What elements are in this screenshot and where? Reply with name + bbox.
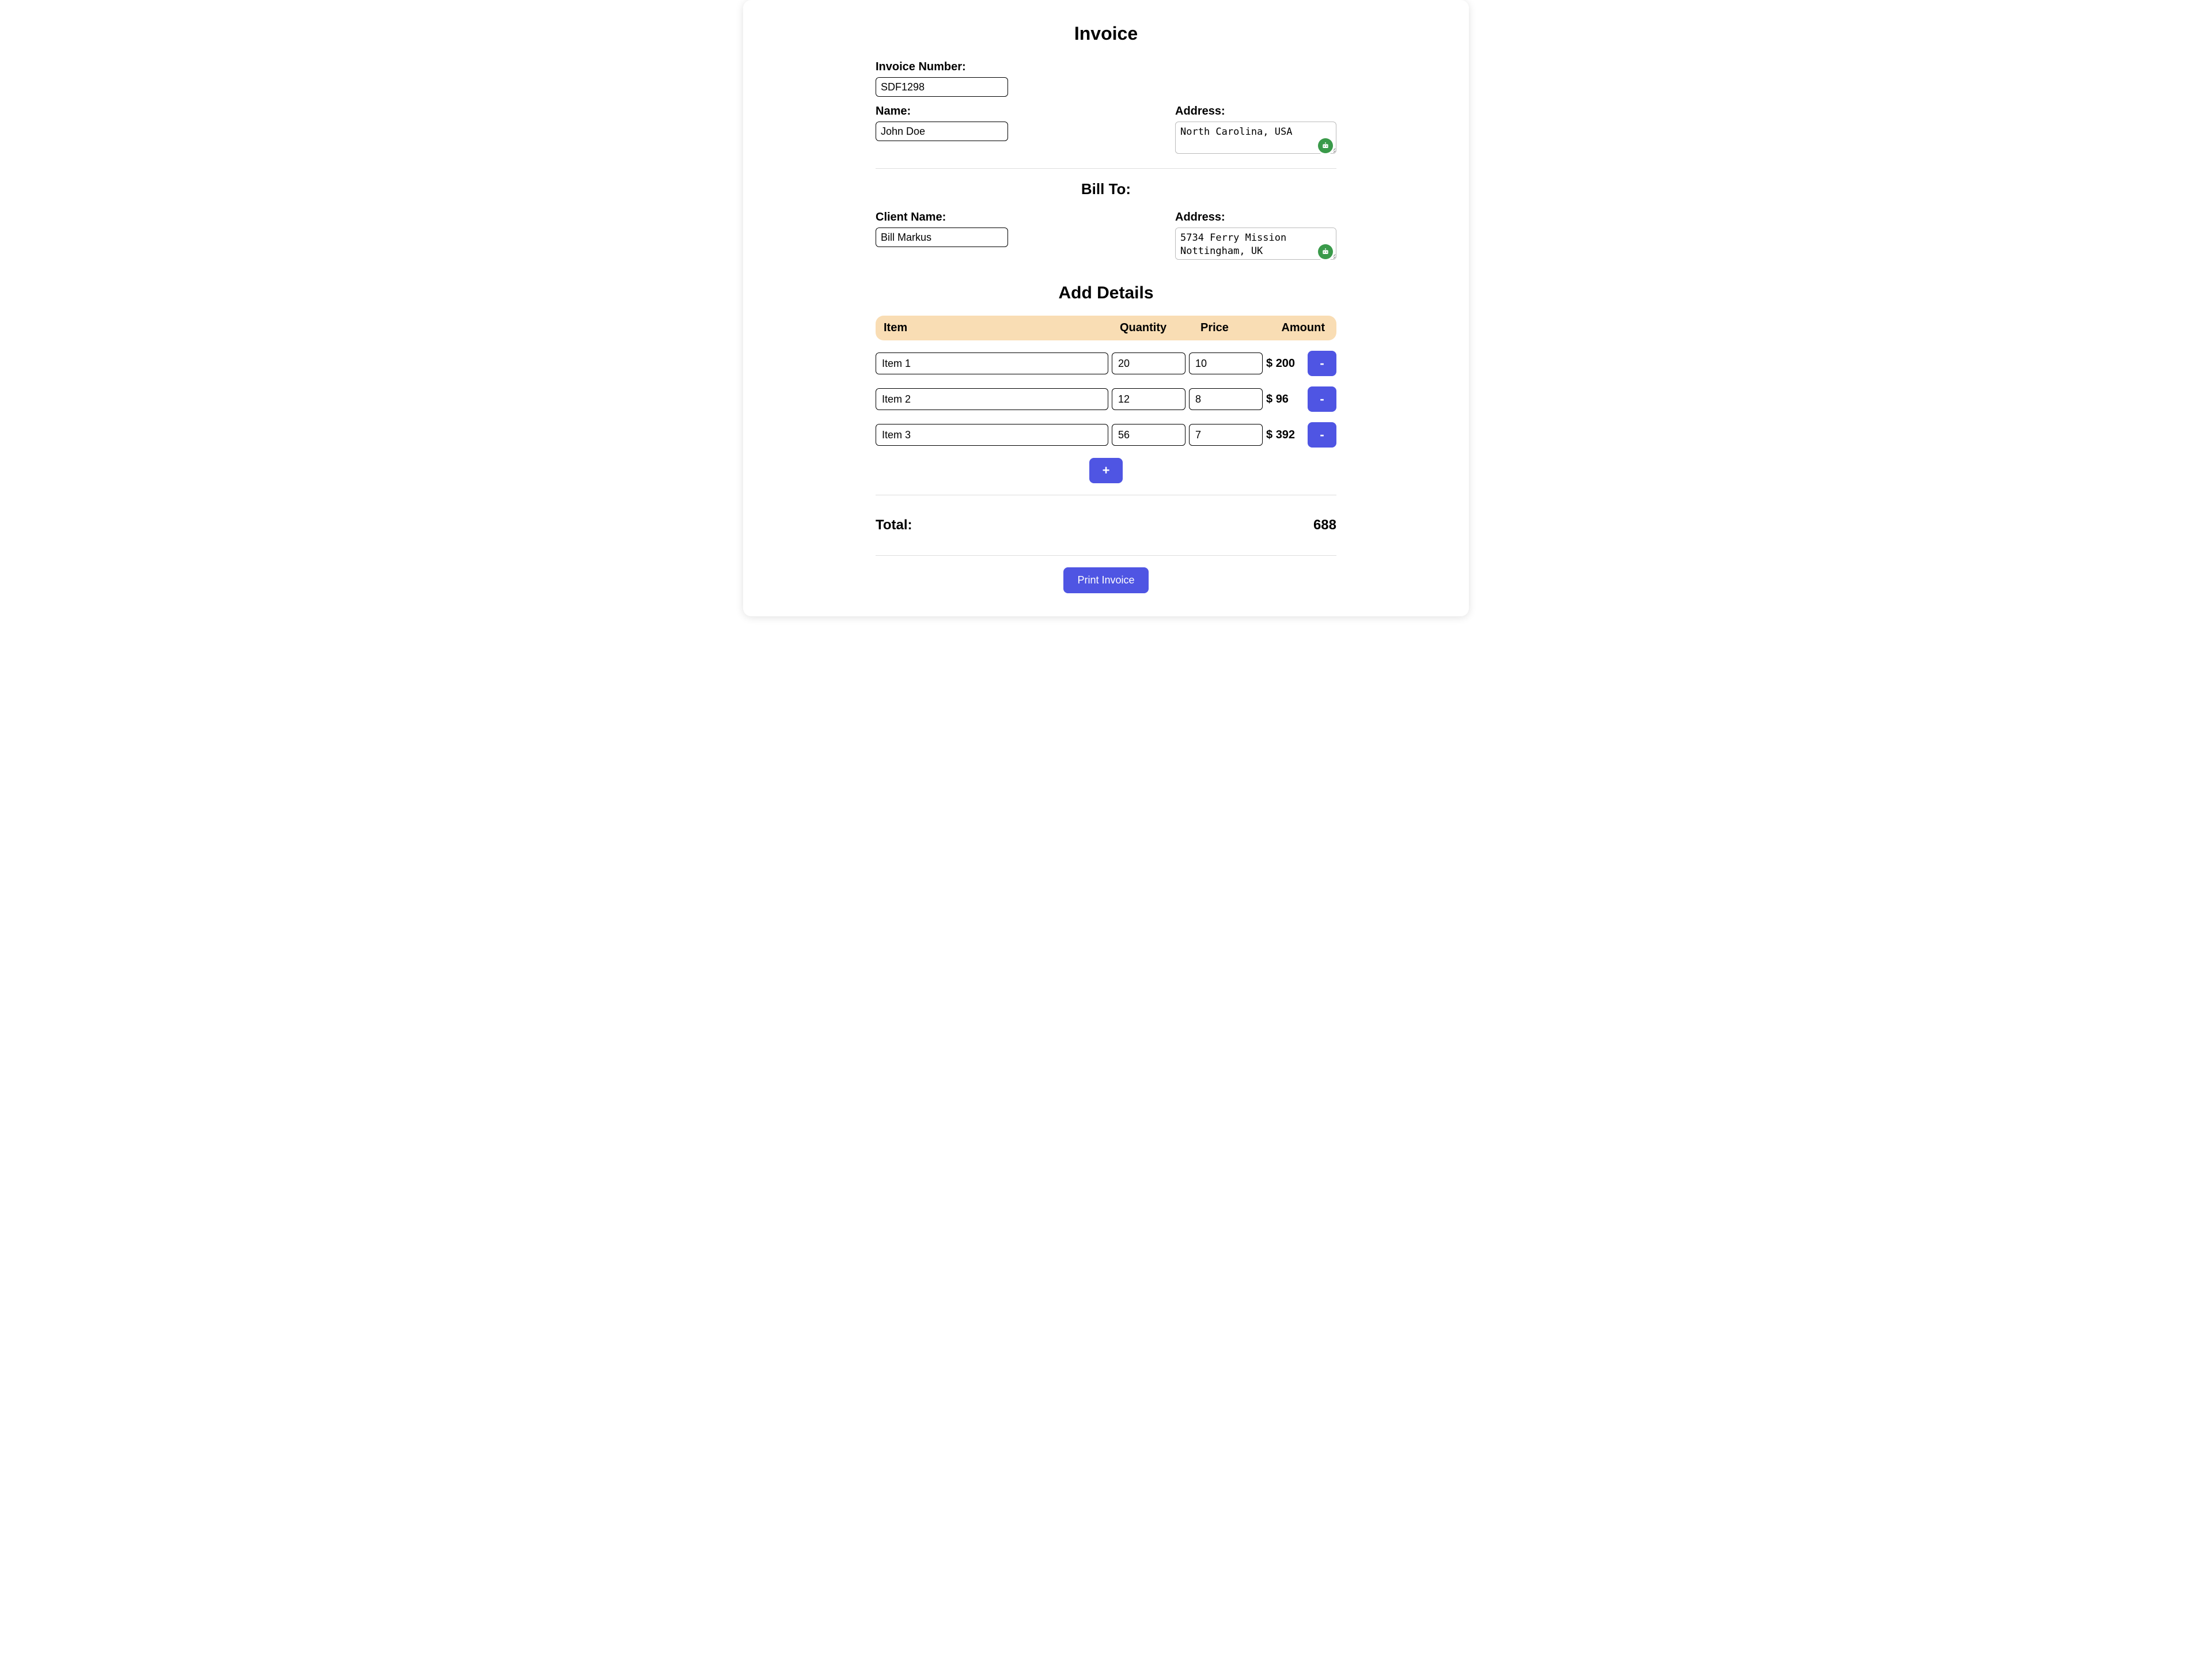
print-invoice-button[interactable]: Print Invoice bbox=[1063, 567, 1148, 593]
bill-to-row: Client Name: Address: 5734 Ferry Mission… bbox=[876, 211, 1336, 263]
item-amount: $ 392 bbox=[1266, 429, 1304, 442]
page-title: Invoice bbox=[876, 23, 1336, 44]
col-amount: Amount bbox=[1270, 321, 1328, 335]
remove-item-button[interactable]: - bbox=[1308, 386, 1336, 412]
divider bbox=[876, 168, 1336, 169]
item-name-input[interactable] bbox=[876, 352, 1108, 374]
item-name-input[interactable] bbox=[876, 388, 1108, 410]
bill-to-heading: Bill To: bbox=[876, 180, 1336, 198]
col-quantity: Quantity bbox=[1120, 321, 1200, 335]
client-address-input[interactable]: 5734 Ferry Mission Nottingham, UK bbox=[1175, 228, 1336, 260]
client-name-label: Client Name: bbox=[876, 211, 1008, 224]
add-item-button[interactable]: + bbox=[1089, 458, 1123, 483]
sender-address-input[interactable]: North Carolina, USA bbox=[1175, 122, 1336, 154]
details-heading: Add Details bbox=[876, 283, 1336, 303]
total-value: 688 bbox=[1313, 517, 1336, 533]
sender-address-block: Address: North Carolina, USA bbox=[1175, 105, 1336, 157]
invoice-number-block: Invoice Number: bbox=[876, 60, 1336, 97]
item-quantity-input[interactable] bbox=[1112, 352, 1185, 374]
item-row: $ 200- bbox=[876, 351, 1336, 376]
col-item: Item bbox=[884, 321, 1120, 335]
sender-name-input[interactable] bbox=[876, 122, 1008, 141]
total-label: Total: bbox=[876, 517, 912, 533]
item-amount: $ 96 bbox=[1266, 393, 1304, 406]
robot-icon bbox=[1318, 138, 1333, 153]
sender-name-label: Name: bbox=[876, 105, 1008, 118]
item-price-input[interactable] bbox=[1189, 424, 1263, 446]
total-row: Total: 688 bbox=[876, 507, 1336, 544]
item-row: $ 392- bbox=[876, 422, 1336, 448]
divider bbox=[876, 555, 1336, 556]
invoice-number-input[interactable] bbox=[876, 77, 1008, 97]
item-row: $ 96- bbox=[876, 386, 1336, 412]
col-price: Price bbox=[1200, 321, 1270, 335]
remove-item-button[interactable]: - bbox=[1308, 351, 1336, 376]
client-address-label: Address: bbox=[1175, 211, 1336, 224]
item-price-input[interactable] bbox=[1189, 388, 1263, 410]
sender-row: Name: Address: North Carolina, USA bbox=[876, 105, 1336, 157]
client-name-block: Client Name: bbox=[876, 211, 1008, 263]
item-quantity-input[interactable] bbox=[1112, 424, 1185, 446]
sender-name-block: Name: bbox=[876, 105, 1008, 157]
items-header: Item Quantity Price Amount bbox=[876, 316, 1336, 340]
robot-icon bbox=[1318, 244, 1333, 259]
item-price-input[interactable] bbox=[1189, 352, 1263, 374]
invoice-number-label: Invoice Number: bbox=[876, 60, 1336, 74]
client-address-block: Address: 5734 Ferry Mission Nottingham, … bbox=[1175, 211, 1336, 263]
remove-item-button[interactable]: - bbox=[1308, 422, 1336, 448]
invoice-page: Invoice Invoice Number: Name: Address: N… bbox=[743, 0, 1469, 616]
item-name-input[interactable] bbox=[876, 424, 1108, 446]
item-quantity-input[interactable] bbox=[1112, 388, 1185, 410]
client-name-input[interactable] bbox=[876, 228, 1008, 247]
item-amount: $ 200 bbox=[1266, 357, 1304, 370]
sender-address-label: Address: bbox=[1175, 105, 1336, 118]
items-body: $ 200-$ 96-$ 392- bbox=[876, 351, 1336, 448]
